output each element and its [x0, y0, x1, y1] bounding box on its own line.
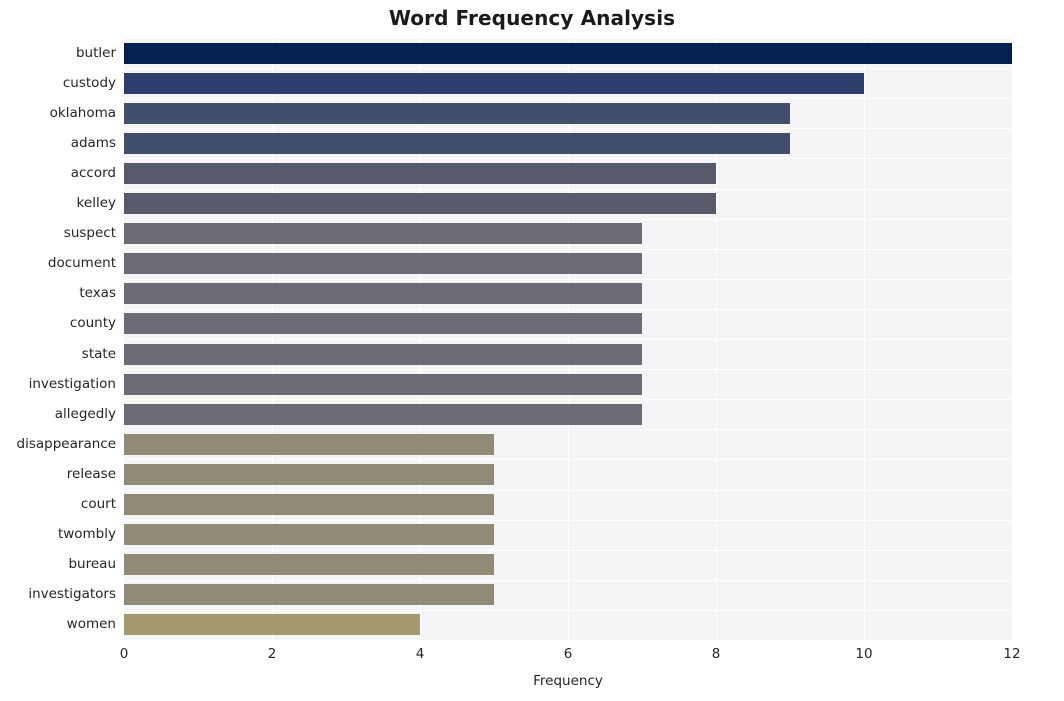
bar: [124, 132, 790, 154]
y-axis-tick-label: accord: [70, 164, 116, 181]
bar: [124, 524, 494, 546]
bar: [124, 584, 494, 606]
x-axis-tick-label: 0: [119, 646, 129, 662]
bar: [124, 313, 642, 335]
y-axis-tick-label: custody: [62, 74, 116, 91]
chart-title: Word Frequency Analysis: [388, 6, 676, 30]
gridline-horizontal: [124, 579, 1012, 581]
bar: [124, 373, 642, 395]
bar: [124, 193, 716, 215]
gridline-horizontal: [124, 158, 1012, 160]
gridline-horizontal: [124, 278, 1012, 280]
y-axis-tick-label: texas: [79, 285, 116, 302]
bar: [124, 253, 642, 275]
y-axis-tick-label: state: [81, 345, 116, 362]
y-axis-tick-label: butler: [75, 44, 116, 61]
y-axis-tick-label: court: [80, 496, 116, 513]
y-axis-tick-label: twombly: [57, 526, 116, 543]
bar: [124, 554, 494, 576]
y-axis-tick-label: allegedly: [54, 405, 116, 422]
gridline-horizontal: [124, 128, 1012, 130]
bar: [124, 223, 642, 245]
bar: [124, 614, 420, 636]
y-axis-tick-label: county: [69, 315, 116, 332]
gridline-horizontal: [124, 519, 1012, 521]
plot-area: [124, 38, 1012, 640]
y-axis-tick-label: investigation: [28, 375, 116, 392]
y-axis-tick-label: suspect: [63, 225, 116, 242]
gridline-horizontal: [124, 489, 1012, 491]
bar: [124, 433, 494, 455]
gridline-horizontal: [124, 459, 1012, 461]
chart-figure: Word Frequency Analysis butler custody okl…: [0, 0, 1064, 701]
gridline-horizontal: [124, 429, 1012, 431]
x-axis-tick-label: 6: [563, 646, 573, 662]
bar: [124, 162, 716, 184]
gridline-horizontal: [124, 38, 1012, 39]
y-axis-tick-label: investigators: [28, 586, 116, 603]
y-axis-tick-label: disappearance: [16, 435, 116, 452]
bar: [124, 102, 790, 124]
gridline-horizontal: [124, 188, 1012, 190]
x-axis-tick-label: 10: [855, 646, 873, 662]
bar: [124, 463, 494, 485]
y-axis-tick-label: oklahoma: [49, 104, 116, 121]
bar: [124, 42, 1012, 64]
y-axis-tick-label: kelley: [76, 195, 116, 212]
y-axis-tick-label: women: [66, 616, 116, 633]
x-axis-tick-label: 2: [267, 646, 277, 662]
bar: [124, 403, 642, 425]
x-axis-tick-label: 12: [1003, 646, 1021, 662]
bar: [124, 494, 494, 516]
gridline-horizontal: [124, 68, 1012, 70]
gridline-horizontal: [124, 399, 1012, 401]
y-axis-tick-label: adams: [70, 134, 116, 151]
gridline-horizontal: [124, 339, 1012, 340]
y-axis-tick-label: release: [66, 465, 116, 482]
x-axis-tick-label: 8: [711, 646, 721, 662]
gridline-horizontal: [124, 549, 1012, 551]
gridline-horizontal: [124, 609, 1012, 611]
gridline-horizontal: [124, 248, 1012, 250]
x-axis-tick-label: 4: [415, 646, 425, 662]
y-axis-labels: butler custody oklahoma adams accord kelley su…: [0, 38, 116, 640]
gridline-horizontal: [124, 369, 1012, 371]
gridline-horizontal: [124, 98, 1012, 100]
bar: [124, 72, 864, 94]
bar: [124, 343, 642, 365]
gridline-horizontal: [124, 218, 1012, 220]
x-axis-ticks: 0 2 4 6 8 10 12: [0, 645, 1064, 665]
bar: [124, 283, 642, 305]
gridline-horizontal: [124, 308, 1012, 310]
y-axis-tick-label: document: [47, 255, 116, 272]
x-axis-label: Frequency: [533, 673, 603, 689]
y-axis-tick-label: bureau: [68, 556, 116, 573]
